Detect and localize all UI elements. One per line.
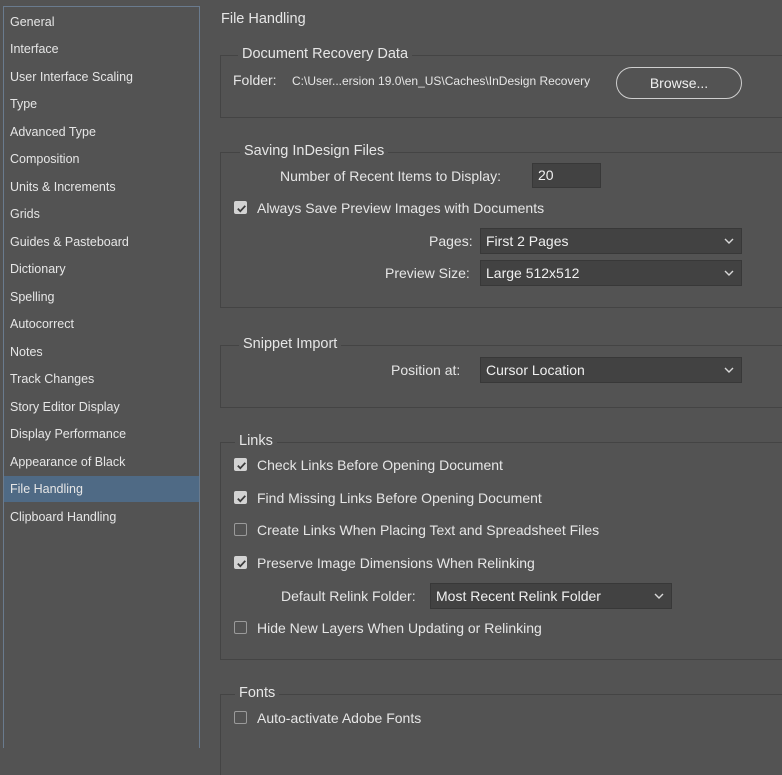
find-missing-checkbox[interactable] (234, 491, 247, 504)
position-dropdown[interactable]: Cursor Location (480, 357, 742, 383)
sidebar-item-file-handling[interactable]: File Handling (4, 476, 199, 502)
position-value: Cursor Location (486, 362, 585, 378)
relink-folder-dropdown[interactable]: Most Recent Relink Folder (430, 583, 672, 609)
sidebar-item-type[interactable]: Type (4, 91, 199, 117)
sidebar-item-autocorrect[interactable]: Autocorrect (4, 311, 199, 337)
relink-folder-label: Default Relink Folder: (281, 588, 416, 604)
check-links-checkbox[interactable] (234, 458, 247, 471)
chevron-down-icon (724, 238, 734, 244)
recent-items-field[interactable]: 20 (532, 163, 601, 188)
pages-dropdown[interactable]: First 2 Pages (480, 228, 742, 254)
sidebar-item-composition[interactable]: Composition (4, 146, 199, 172)
save-preview-label: Always Save Preview Images with Document… (257, 200, 545, 216)
chevron-down-icon (724, 367, 734, 373)
sidebar-item-notes[interactable]: Notes (4, 339, 199, 365)
position-at-label: Position at: (391, 362, 461, 378)
preview-size-label: Preview Size: (385, 265, 470, 281)
sidebar-item-clipboard-handling[interactable]: Clipboard Handling (4, 504, 199, 530)
preview-size-dropdown[interactable]: Large 512x512 (480, 260, 742, 286)
sidebar-item-advanced-type[interactable]: Advanced Type (4, 119, 199, 145)
pages-label: Pages: (429, 233, 473, 249)
checkmark-icon (237, 462, 246, 470)
page-title: File Handling (221, 11, 306, 27)
relink-folder-value: Most Recent Relink Folder (436, 588, 601, 604)
saving-group-title: Saving InDesign Files (240, 142, 389, 160)
hide-layers-label: Hide New Layers When Updating or Relinki… (257, 620, 542, 636)
sidebar-item-units[interactable]: Units & Increments (4, 174, 199, 200)
fonts-group (220, 694, 782, 775)
sidebar-item-spelling[interactable]: Spelling (4, 284, 199, 310)
sidebar-item-story-editor[interactable]: Story Editor Display (4, 394, 199, 420)
preview-size-value: Large 512x512 (486, 265, 580, 281)
chevron-down-icon (724, 270, 734, 276)
sidebar-item-track-changes[interactable]: Track Changes (4, 366, 199, 392)
preserve-dimensions-checkbox[interactable] (234, 556, 247, 569)
checkmark-icon (237, 560, 246, 568)
sidebar-item-grids[interactable]: Grids (4, 201, 199, 227)
folder-path: C:\User...ersion 19.0\en_US\Caches\InDes… (292, 74, 591, 88)
snippet-group-title: Snippet Import (239, 335, 342, 353)
sidebar-item-ui-scaling[interactable]: User Interface Scaling (4, 64, 199, 90)
create-links-checkbox[interactable] (234, 523, 247, 536)
sidebar-item-display-performance[interactable]: Display Performance (4, 421, 199, 447)
sidebar-item-appearance-of-black[interactable]: Appearance of Black (4, 449, 199, 475)
pages-value: First 2 Pages (486, 233, 569, 249)
recovery-group-title: Document Recovery Data (238, 45, 413, 63)
check-links-label: Check Links Before Opening Document (257, 457, 503, 473)
find-missing-label: Find Missing Links Before Opening Docume… (257, 490, 542, 506)
folder-label: Folder: (233, 72, 277, 88)
save-preview-checkbox[interactable] (234, 201, 247, 214)
create-links-label: Create Links When Placing Text and Sprea… (257, 522, 600, 538)
browse-button[interactable]: Browse... (616, 67, 742, 99)
chevron-down-icon (654, 593, 664, 599)
preserve-dimensions-label: Preserve Image Dimensions When Relinking (257, 555, 535, 571)
sidebar-item-general[interactable]: General (4, 9, 199, 35)
auto-activate-fonts-label: Auto-activate Adobe Fonts (257, 710, 422, 726)
checkmark-icon (237, 495, 246, 503)
auto-activate-fonts-checkbox[interactable] (234, 711, 247, 724)
sidebar-item-interface[interactable]: Interface (4, 36, 199, 62)
preferences-sidebar: General Interface User Interface Scaling… (3, 6, 200, 748)
hide-layers-checkbox[interactable] (234, 621, 247, 634)
links-group-title: Links (235, 432, 277, 450)
recent-items-label: Number of Recent Items to Display: (280, 168, 501, 184)
sidebar-item-guides[interactable]: Guides & Pasteboard (4, 229, 199, 255)
checkmark-icon (237, 205, 246, 213)
sidebar-item-dictionary[interactable]: Dictionary (4, 256, 199, 282)
fonts-group-title: Fonts (235, 684, 280, 702)
